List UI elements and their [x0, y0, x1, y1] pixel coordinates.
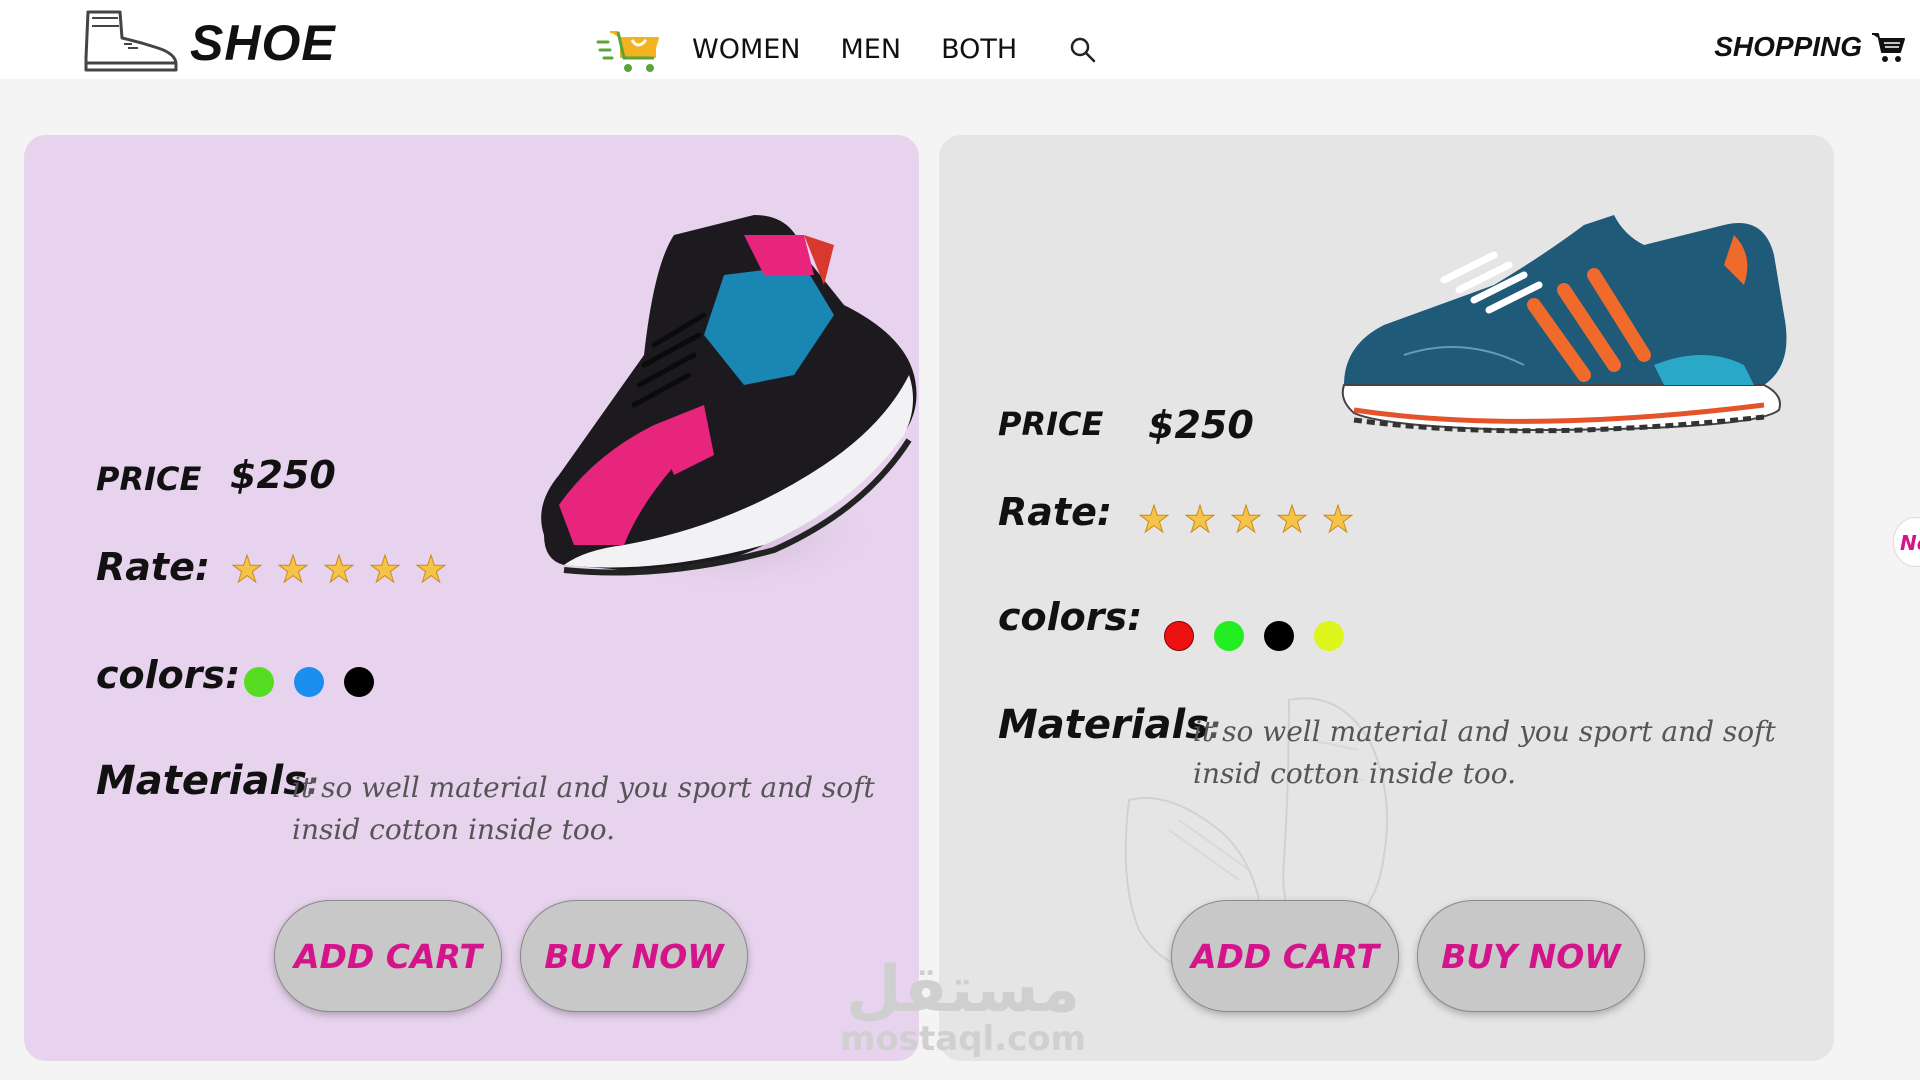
pink-black-sneaker-image	[541, 215, 917, 595]
main-nav: WOMEN MEN BOTH	[596, 22, 1099, 78]
add-cart-button[interactable]: ADD CART	[274, 900, 502, 1012]
materials-description: it so well material and you sport and so…	[292, 771, 875, 846]
blue-orange-sneaker-image	[1341, 215, 1787, 434]
colors-label: colors:	[998, 595, 1143, 639]
price-label: PRICE	[96, 460, 202, 498]
add-cart-button[interactable]: ADD CART	[1171, 900, 1399, 1012]
materials-label: Materials:	[96, 758, 319, 804]
colors-label: colors:	[96, 653, 241, 697]
product-card: PRICE $250 Rate: colors: Materials: it s…	[24, 135, 919, 1061]
color-swatch-yellow[interactable]	[1314, 621, 1344, 651]
watermark-latin: mostaql.com	[840, 1019, 1087, 1059]
top-navbar: SHOE WOMEN MEN BOTH SHOPPING	[0, 0, 1920, 79]
color-swatch-black[interactable]	[344, 667, 374, 697]
color-swatches	[1164, 621, 1364, 651]
cart-icon[interactable]	[596, 24, 662, 76]
watermark-arabic: مستقل	[846, 953, 1081, 1027]
color-swatch-red[interactable]	[1164, 621, 1194, 651]
buy-now-button[interactable]: BUY NOW	[1417, 900, 1645, 1012]
product-card: PRICE $250 Rate: colors: Materials: it s…	[939, 135, 1834, 1061]
star-icon	[1139, 504, 1169, 534]
star-icon	[278, 554, 308, 584]
color-swatches	[244, 667, 394, 697]
boot-icon	[84, 10, 178, 72]
color-swatch-green[interactable]	[1214, 621, 1244, 651]
price-label: PRICE	[998, 405, 1104, 443]
rate-label: Rate:	[96, 545, 211, 589]
star-icon	[1277, 504, 1307, 534]
shopping-label: SHOPPING	[1714, 31, 1862, 62]
nav-link-men[interactable]: MEN	[841, 22, 902, 78]
star-icon	[416, 554, 446, 584]
color-swatch-blue[interactable]	[294, 667, 324, 697]
star-icon	[1231, 504, 1261, 534]
rate-label: Rate:	[998, 490, 1113, 534]
price-value: $250	[1148, 403, 1254, 447]
shopping-cart-link[interactable]: SHOPPING	[1714, 30, 1906, 64]
star-icon	[1185, 504, 1215, 534]
star-icon	[1323, 504, 1353, 534]
mostaql-watermark: مستقل mostaql.com	[840, 955, 1086, 1059]
next-slide-button[interactable]: Ne	[1893, 517, 1920, 567]
color-swatch-black[interactable]	[1264, 621, 1294, 651]
color-swatch-green[interactable]	[244, 667, 274, 697]
star-icon	[324, 554, 354, 584]
logo-text: SHOE	[190, 15, 336, 71]
star-icon	[370, 554, 400, 584]
rating-stars	[1139, 504, 1369, 534]
nav-link-women[interactable]: WOMEN	[692, 22, 801, 78]
search-icon[interactable]	[1067, 34, 1099, 66]
materials-description: it so well material and you sport and so…	[1193, 715, 1776, 790]
cart-icon	[1872, 33, 1905, 62]
nav-link-both[interactable]: BOTH	[941, 22, 1017, 78]
brand-logo[interactable]: SHOE	[80, 8, 336, 78]
price-value: $250	[230, 453, 336, 497]
materials-label: Materials:	[998, 702, 1221, 748]
buy-now-button[interactable]: BUY NOW	[520, 900, 748, 1012]
rating-stars	[232, 554, 462, 584]
star-icon	[232, 554, 262, 584]
